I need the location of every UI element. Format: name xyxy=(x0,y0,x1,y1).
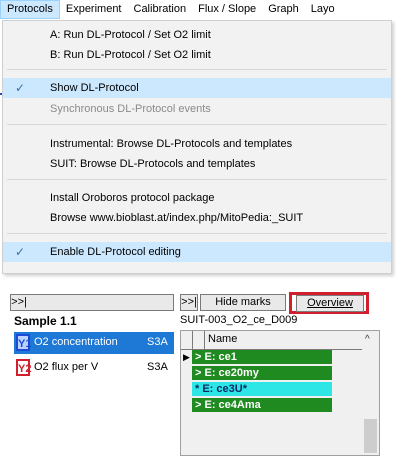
right-nav-button[interactable]: >>| xyxy=(180,294,198,311)
menu-separator xyxy=(7,69,387,70)
menu-item-show-dl-protocol[interactable]: ✓ Show DL-Protocol xyxy=(3,78,391,98)
menu-item-label: Synchronous DL-Protocol events xyxy=(50,103,211,115)
channel-row-o2-flux[interactable]: Y2 O2 flux per V S3A xyxy=(14,357,174,377)
menu-item-label: Install Oroboros protocol package xyxy=(50,192,215,204)
menu-experiment[interactable]: Experiment xyxy=(60,0,128,19)
menu-item-label: SUIT: Browse DL-Protocols and templates xyxy=(50,158,256,170)
event-row[interactable]: > E: ce1 xyxy=(192,350,332,364)
channel-unit: S3A xyxy=(147,336,168,348)
menu-item-instrumental-browse[interactable]: Instrumental: Browse DL-Protocols and te… xyxy=(3,134,391,154)
scroll-up-icon[interactable]: ^ xyxy=(365,334,370,345)
menu-separator xyxy=(7,179,387,180)
menu-graph[interactable]: Graph xyxy=(262,0,305,19)
menu-item-install-package[interactable]: Install Oroboros protocol package xyxy=(3,188,391,208)
menu-item-label: Instrumental: Browse DL-Protocols and te… xyxy=(50,138,293,150)
check-icon: ✓ xyxy=(15,81,26,95)
menu-item-label: Show DL-Protocol xyxy=(50,82,139,94)
menu-item-run-a[interactable]: A: Run DL-Protocol / Set O2 limit xyxy=(3,25,391,45)
menu-protocols[interactable]: Protocols xyxy=(0,0,60,19)
menu-item-label: Enable DL-Protocol editing xyxy=(50,246,181,258)
menu-flux-slope[interactable]: Flux / Slope xyxy=(192,0,262,19)
event-row[interactable]: > E: ce20my xyxy=(192,366,332,380)
column-divider xyxy=(203,331,205,349)
overview-button[interactable]: Overview xyxy=(296,295,364,312)
nav-end-icon: >>| xyxy=(11,296,27,308)
menu-item-label: B: Run DL-Protocol / Set O2 limit xyxy=(50,49,211,61)
menu-bar: Protocols Experiment Calibration Flux / … xyxy=(0,0,397,19)
channel-row-o2-concentration[interactable]: Y1 O2 concentration S3A xyxy=(14,332,174,354)
menu-item-synchronous-events: Synchronous DL-Protocol events xyxy=(3,99,391,119)
protocol-panel: >>| >>| Hide marks Overview Sample 1.1 S… xyxy=(0,290,397,457)
column-divider xyxy=(191,331,193,349)
protocol-name: SUIT-003_O2_ce_D009 xyxy=(180,314,298,326)
hide-marks-button[interactable]: Hide marks xyxy=(200,294,286,311)
scroll-thumb[interactable] xyxy=(364,419,377,453)
protocols-dropdown: A: Run DL-Protocol / Set O2 limit B: Run… xyxy=(2,20,392,274)
y2-axis-icon: Y2 xyxy=(16,359,31,376)
menu-item-label: Browse www.bioblast.at/index.php/MitoPed… xyxy=(50,212,304,224)
current-event-pointer-icon: ▶ xyxy=(183,352,190,362)
menu-separator xyxy=(7,233,387,234)
sample-title: Sample 1.1 xyxy=(14,314,77,328)
channel-label: O2 flux per V xyxy=(34,361,99,373)
event-row[interactable]: * E: ce3U* xyxy=(192,382,332,396)
check-icon: ✓ xyxy=(15,245,26,259)
menu-item-suit-browse[interactable]: SUIT: Browse DL-Protocols and templates xyxy=(3,154,391,174)
menu-calibration[interactable]: Calibration xyxy=(128,0,193,19)
menu-item-browse-bioblast[interactable]: Browse www.bioblast.at/index.php/MitoPed… xyxy=(3,208,391,228)
menu-item-enable-editing[interactable]: ✓ Enable DL-Protocol editing xyxy=(3,242,391,262)
menu-separator xyxy=(7,124,387,125)
events-list-header: Name xyxy=(181,331,363,350)
events-header-name: Name xyxy=(208,333,238,345)
events-list[interactable]: Name ▶ > E: ce1 > E: ce20my * E: ce3U* >… xyxy=(180,330,380,456)
y1-axis-icon: Y1 xyxy=(16,334,31,351)
event-row[interactable]: > E: ce4Ama xyxy=(192,398,332,412)
menu-item-label: A: Run DL-Protocol / Set O2 limit xyxy=(50,29,211,41)
channel-unit: S3A xyxy=(147,361,168,373)
menu-layout[interactable]: Layo xyxy=(305,0,341,19)
left-nav-button[interactable]: >>| xyxy=(10,294,174,311)
menu-item-run-b[interactable]: B: Run DL-Protocol / Set O2 limit xyxy=(3,45,391,65)
channel-label: O2 concentration xyxy=(34,336,118,348)
events-scrollbar[interactable]: ^ xyxy=(362,331,379,455)
